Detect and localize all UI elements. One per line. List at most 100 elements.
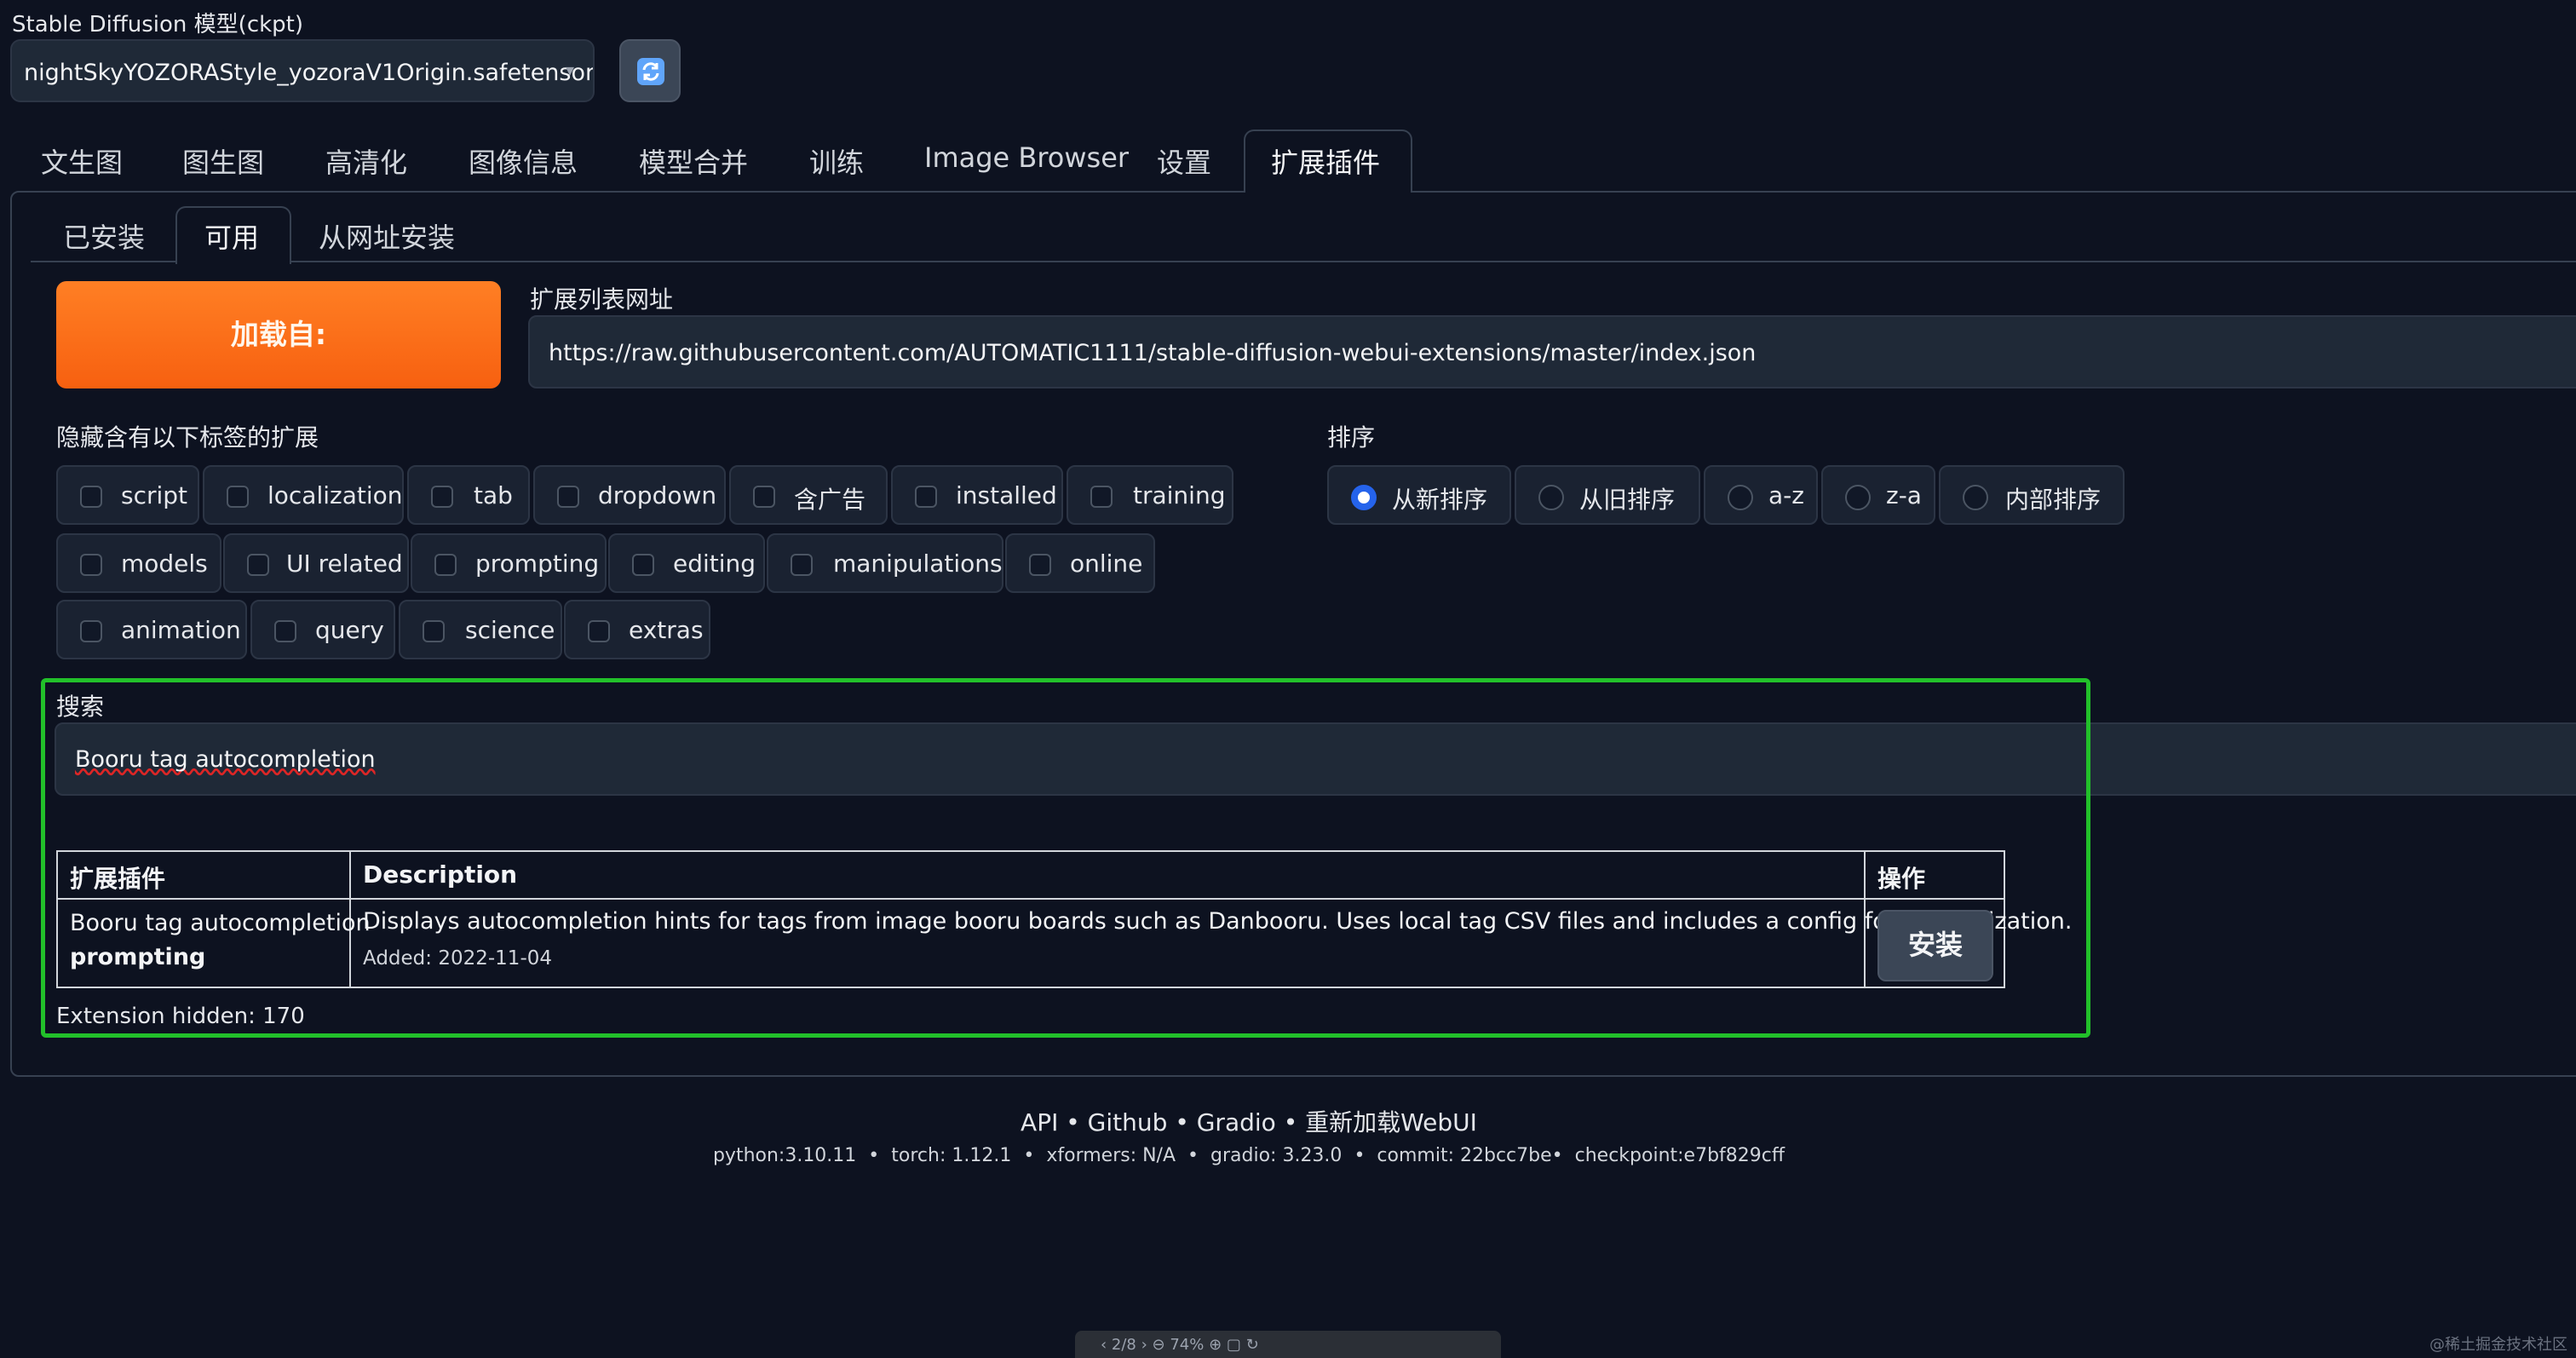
filter-label: prompting	[475, 550, 600, 578]
tab-upscale[interactable]: 高清化	[325, 141, 407, 181]
version-commit: commit: 22bcc7be	[1377, 1145, 1552, 1166]
chevron-down-icon: ▾	[565, 60, 574, 80]
footer-separator: •	[1175, 1108, 1189, 1136]
model-dropdown[interactable]: nightSkyYOZORAStyle_yozoraV1Origin.safet…	[10, 39, 595, 102]
tab-settings[interactable]: 设置	[1157, 141, 1211, 181]
tab-img2img[interactable]: 图生图	[182, 141, 264, 181]
footer-separator: •	[868, 1145, 880, 1166]
filter-chip-localization[interactable]: localization	[203, 465, 404, 525]
checkbox[interactable]	[791, 554, 813, 576]
checkbox[interactable]	[80, 486, 102, 508]
filter-chip-ui-related[interactable]: UI related	[223, 533, 409, 593]
filter-chip-script[interactable]: script	[56, 465, 199, 525]
filter-label: models	[121, 550, 208, 578]
footer-link-reload-webui[interactable]: 重新加载WebUI	[1305, 1108, 1477, 1136]
subtab-installed[interactable]: 已安装	[63, 216, 145, 256]
filter-chip-extras[interactable]: extras	[564, 600, 710, 659]
filter-chip-dropdown[interactable]: dropdown	[533, 465, 726, 525]
sort-option-z-a[interactable]: z-a	[1821, 465, 1935, 525]
url-label: 扩展列表网址	[530, 285, 674, 314]
filter-chip-manipulations[interactable]: manipulations	[767, 533, 1003, 593]
footer-link-gradio[interactable]: Gradio	[1197, 1108, 1276, 1136]
filter-chip-online[interactable]: online	[1005, 533, 1155, 593]
sort-option-newest[interactable]: 从新排序	[1327, 465, 1511, 525]
sort-label-text: 内部排序	[2005, 486, 2102, 514]
checkbox[interactable]	[588, 620, 610, 642]
checkbox[interactable]	[431, 486, 453, 508]
checkbox[interactable]	[274, 620, 296, 642]
filter-label: UI related	[286, 550, 403, 578]
version-gradio: gradio: 3.23.0	[1210, 1145, 1343, 1166]
version-checkpoint: checkpoint:e7bf829cff	[1574, 1145, 1785, 1166]
tab-image-browser[interactable]: Image Browser	[924, 141, 1129, 174]
checkbox[interactable]	[1090, 486, 1113, 508]
checkbox[interactable]	[753, 486, 775, 508]
filter-chip-models[interactable]: models	[56, 533, 221, 593]
checkbox[interactable]	[227, 486, 249, 508]
load-from-button[interactable]: 加载自:	[56, 281, 501, 388]
filter-chip-training[interactable]: training	[1067, 465, 1233, 525]
filter-label: installed	[956, 481, 1057, 509]
sort-label-text: z-a	[1886, 481, 1922, 509]
checkbox[interactable]	[632, 554, 654, 576]
filter-chip-installed[interactable]: installed	[891, 465, 1063, 525]
radio[interactable]	[1845, 485, 1871, 510]
footer-separator: •	[1354, 1145, 1366, 1166]
footer-link-api[interactable]: API	[1021, 1108, 1058, 1136]
footer-separator: •	[1283, 1108, 1298, 1136]
tab-extensions[interactable]: 扩展插件	[1271, 141, 1380, 181]
checkbox[interactable]	[423, 620, 445, 642]
filter-chip-tab[interactable]: tab	[407, 465, 530, 525]
filter-label: tab	[474, 481, 513, 509]
checkbox[interactable]	[80, 554, 102, 576]
sort-label-text: a-z	[1768, 481, 1804, 509]
footer-separator: •	[1023, 1145, 1035, 1166]
tab-image-info[interactable]: 图像信息	[469, 141, 578, 181]
subtab-install-from-url[interactable]: 从网址安装	[319, 216, 455, 256]
tab-txt2img[interactable]: 文生图	[41, 141, 123, 181]
filter-label: editing	[673, 550, 756, 578]
sort-label: 排序	[1327, 423, 1376, 452]
checkbox[interactable]	[80, 620, 102, 642]
filter-chip-prompting[interactable]: prompting	[411, 533, 607, 593]
filter-label: 含广告	[794, 486, 866, 514]
radio[interactable]	[1538, 485, 1564, 510]
filter-chip-animation[interactable]: animation	[56, 600, 247, 659]
filter-chip-editing[interactable]: editing	[608, 533, 765, 593]
radio[interactable]	[1963, 485, 1988, 510]
filter-label: localization	[267, 481, 403, 509]
filter-chip-query[interactable]: query	[250, 600, 395, 659]
footer-separator: •	[1187, 1145, 1199, 1166]
checkbox[interactable]	[434, 554, 457, 576]
version-python: python:3.10.11	[712, 1145, 857, 1166]
radio-selected[interactable]	[1351, 485, 1377, 510]
tab-model-merge[interactable]: 模型合并	[639, 141, 748, 181]
filter-chip-science[interactable]: science	[399, 600, 562, 659]
extension-index-url-input[interactable]: https://raw.githubusercontent.com/AUTOMA…	[528, 315, 2576, 388]
filter-label: dropdown	[598, 481, 717, 509]
footer-version-info: python:3.10.11 • torch: 1.12.1 • xformer…	[0, 1145, 2498, 1166]
filter-label: query	[315, 616, 384, 644]
refresh-models-button[interactable]	[619, 39, 681, 102]
checkbox[interactable]	[915, 486, 937, 508]
model-label: Stable Diffusion 模型(ckpt)	[12, 12, 304, 37]
tab-train[interactable]: 训练	[809, 141, 864, 181]
radio[interactable]	[1728, 485, 1753, 510]
sort-option-oldest[interactable]: 从旧排序	[1515, 465, 1700, 525]
checkbox[interactable]	[1029, 554, 1051, 576]
subtab-available[interactable]: 可用	[204, 216, 259, 256]
footer-links: API • Github • Gradio • 重新加载WebUI	[0, 1104, 2498, 1138]
hide-tags-label: 隐藏含有以下标签的扩展	[56, 423, 319, 452]
footer-link-github[interactable]: Github	[1088, 1108, 1168, 1136]
model-selected-value: nightSkyYOZORAStyle_yozoraV1Origin.safet…	[24, 60, 595, 86]
version-torch: torch: 1.12.1	[891, 1145, 1012, 1166]
checkbox[interactable]	[247, 554, 269, 576]
sort-option-a-z[interactable]: a-z	[1704, 465, 1818, 525]
filter-label: science	[465, 616, 555, 644]
watermark-text: @稀土掘金技术社区	[2429, 1336, 2567, 1354]
sort-label-text: 从新排序	[1392, 486, 1488, 514]
image-viewer-toolbar[interactable]: ‹ 2/8 › ⊖ 74% ⊕ ▢ ↻	[1075, 1331, 1501, 1358]
checkbox[interactable]	[557, 486, 579, 508]
sort-option-internal[interactable]: 内部排序	[1939, 465, 2125, 525]
filter-chip-ads[interactable]: 含广告	[729, 465, 888, 525]
